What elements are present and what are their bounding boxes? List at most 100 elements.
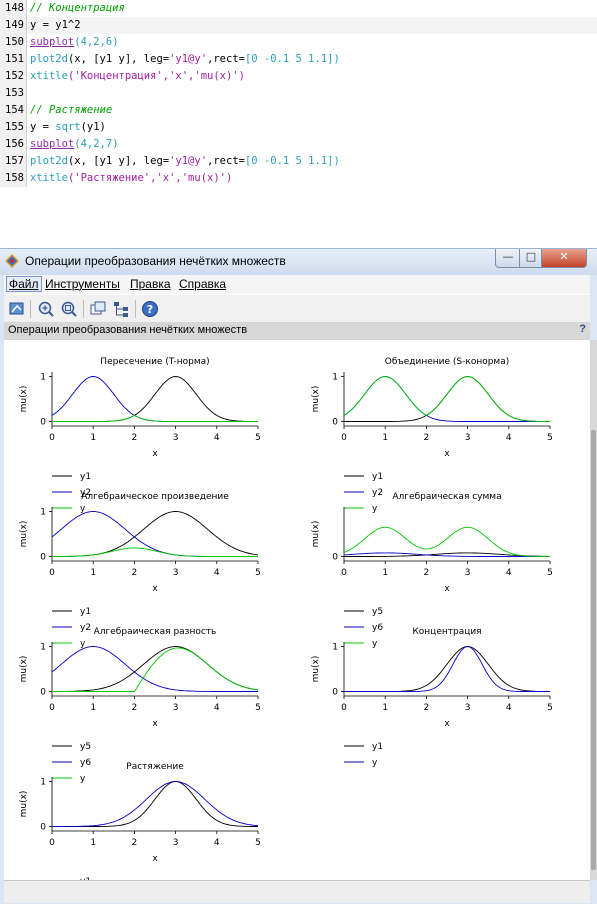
code-editor[interactable]: 148// Концентрация 149 y = y1^2 150 subplot(… — [0, 0, 597, 248]
y-tick-label: 1 — [40, 508, 46, 518]
x-tick-label: 3 — [173, 838, 179, 848]
line-number: 157 — [0, 153, 27, 170]
code-line[interactable]: 157 plot2d(x, [y1 y], leg='y1@y',rect=[0 … — [0, 153, 597, 170]
panel-title: Операции преобразования нечётких множест… — [8, 324, 248, 336]
x-tick-label: 2 — [424, 568, 430, 578]
line-number: 150 — [0, 34, 27, 51]
code-token: ('Концентрация','x','mu(x)') — [67, 70, 245, 82]
line-number: 156 — [0, 136, 27, 153]
legend-label: y5 — [372, 607, 383, 617]
code-token: (4,2,6) — [74, 36, 119, 48]
zoom-in-icon[interactable] — [37, 300, 55, 318]
code-token: subplot — [30, 138, 75, 150]
subplot[interactable]: Растяжение01234501xmu(x)y1y — [19, 762, 261, 903]
x-tick-label: 1 — [90, 838, 96, 848]
subplot[interactable]: Объединение (S-конорма) 0 1 2 3 4 5 0 1 x mu(x) y1 y… — [311, 357, 553, 514]
code-line[interactable]: 151 plot2d(x, [y1 y], leg='y1@y',rect=[0 … — [0, 51, 597, 68]
menu-bar: Файл Инструменты Правка Справка — [4, 275, 590, 294]
figure-canvas[interactable]: Пересечение (T-норма) 0 1 2 3 4 5 0 1 x mu(x) y1 y2 y… — [4, 340, 590, 903]
series-line-y2 — [343, 376, 550, 422]
figure-panel-header: Операции преобразования нечётких множест… — [4, 322, 590, 340]
code-token: xtitle — [30, 172, 68, 184]
x-tick-label: 0 — [341, 703, 347, 713]
code-token: 'y1@y' — [169, 155, 208, 167]
y-axis-label: mu(x) — [311, 656, 321, 683]
legend-label: y — [372, 504, 378, 514]
close-button[interactable]: ✕ — [541, 249, 587, 268]
app-icon — [5, 254, 19, 268]
legend-label: y1 — [80, 472, 91, 482]
code-token: plot2d — [30, 155, 68, 167]
legend-label: y — [372, 758, 378, 768]
menu-edit[interactable]: Правка — [130, 277, 171, 291]
x-tick-label: 3 — [173, 433, 179, 443]
code-line[interactable]: 150 subplot(4,2,6) — [0, 34, 597, 51]
y-tick-label: 0 — [332, 418, 338, 428]
x-tick-label: 2 — [132, 838, 138, 848]
minimize-button[interactable]: — — [495, 249, 521, 268]
maximize-button[interactable]: □ — [519, 249, 543, 268]
line-number: 158 — [0, 170, 27, 187]
code-token: (y1) — [80, 121, 106, 133]
code-line[interactable]: 148// Концентрация — [0, 0, 597, 17]
code-line[interactable]: 149 y = y1^2 — [0, 17, 597, 34]
x-tick-label: 0 — [341, 568, 347, 578]
y-tick-label: 1 — [40, 778, 46, 788]
tree-icon[interactable] — [112, 300, 130, 318]
code-line[interactable]: 154// Растяжение — [0, 102, 597, 119]
code-line[interactable]: 158 xtitle('Растяжение','x','mu(x)') — [0, 170, 597, 187]
x-tick-label: 5 — [255, 433, 261, 443]
x-tick-label: 2 — [132, 433, 138, 443]
line-number: 154 — [0, 102, 27, 119]
x-tick-label: 0 — [49, 568, 55, 578]
code-token: [0 -0.1 5 1.1]) — [244, 53, 340, 65]
x-axis-label: x — [444, 449, 450, 459]
code-line[interactable]: 156 subplot(4,2,7) — [0, 136, 597, 153]
y-tick-label: 1 — [40, 643, 46, 653]
series-line-y2 — [51, 376, 258, 422]
menu-file[interactable]: Файл — [6, 276, 42, 292]
x-tick-label: 1 — [90, 703, 96, 713]
subplot[interactable]: Алгебраическая сумма 0 1 2 3 4 5 0 x mu(x) y5 y6 y — [311, 492, 553, 649]
x-tick-label: 1 — [90, 433, 96, 443]
y-axis-label: mu(x) — [311, 521, 321, 548]
code-line[interactable]: 153 — [0, 85, 597, 102]
line-number: 152 — [0, 68, 27, 85]
help-icon[interactable]: ? — [141, 300, 159, 318]
data-tip-icon[interactable] — [8, 300, 26, 318]
x-tick-label: 4 — [506, 703, 512, 713]
x-tick-label: 4 — [214, 433, 220, 443]
menu-tools[interactable]: Инструменты — [45, 277, 120, 291]
x-tick-label: 1 — [382, 703, 388, 713]
title-bar[interactable]: Операции преобразования нечётких множест… — [0, 249, 597, 275]
zoom-area-icon[interactable] — [60, 300, 78, 318]
new-window-icon[interactable] — [89, 300, 107, 318]
x-axis-label: x — [444, 719, 450, 729]
series-line-y1 — [52, 376, 258, 422]
x-tick-label: 5 — [255, 568, 261, 578]
code-token: ,rect= — [207, 155, 245, 167]
x-tick-label: 2 — [424, 433, 430, 443]
y-axis-label: mu(x) — [19, 656, 29, 683]
chart-title: Объединение (S-конорма) — [385, 357, 510, 367]
y-tick-label: 1 — [332, 643, 338, 653]
legend-label: y1 — [80, 607, 91, 617]
code-line[interactable]: 152 xtitle('Концентрация','x','mu(x)') — [0, 68, 597, 85]
y-tick-label: 1 — [40, 373, 46, 383]
menu-help[interactable]: Справка — [179, 277, 226, 291]
x-tick-label: 2 — [132, 703, 138, 713]
y-tick-label: 0 — [40, 688, 46, 698]
panel-help-icon[interactable]: ? — [579, 323, 586, 335]
subplot[interactable]: Алгебраическое произведение 0 1 2 3 4 5 0 1 x mu(x… — [19, 492, 261, 649]
scrollbar-thumb[interactable] — [591, 430, 596, 870]
legend-label: y2 — [372, 488, 383, 498]
vertical-scrollbar[interactable] — [590, 340, 597, 880]
series-line-y2 — [51, 511, 258, 557]
legend-label: y2 — [80, 623, 91, 633]
subplot[interactable]: Алгебраическая разность 0 1 2 3 4 5 0 1 x mu(x) y5 y… — [19, 627, 261, 784]
subplot[interactable]: Пересечение (T-норма)0 1 2 3 4 501xmu(x)y1y2y — [19, 357, 261, 514]
subplot[interactable]: Концентрация 0 1 2 3 4 5 0 1 x mu(x) y1 y — [311, 627, 553, 768]
x-axis-label: x — [152, 719, 158, 729]
chart-title: Алгебраическая сумма — [392, 492, 501, 502]
code-line[interactable]: 155 y = sqrt(y1) — [0, 119, 597, 136]
